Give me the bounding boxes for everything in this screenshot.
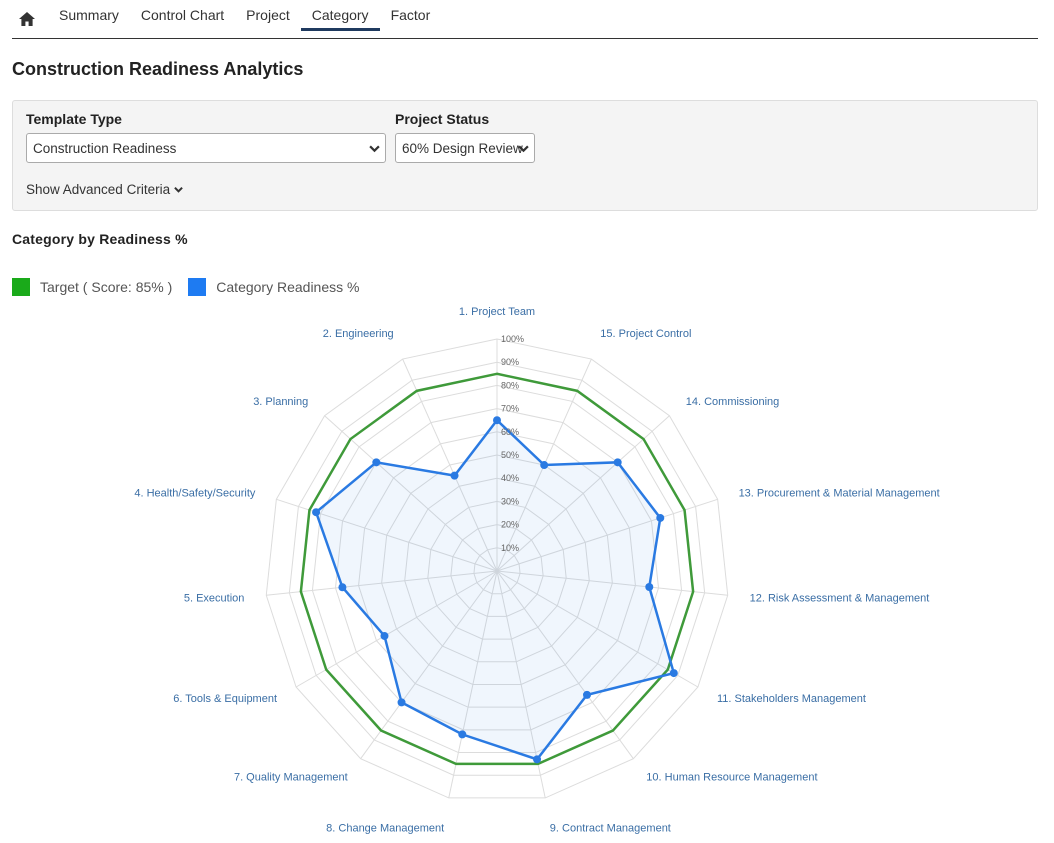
project-status-label: Project Status xyxy=(395,111,490,127)
show-advanced-criteria-toggle[interactable]: Show Advanced Criteria xyxy=(26,182,183,197)
tick-label: 10% xyxy=(501,543,519,553)
top-nav: Summary Control Chart Project Category F… xyxy=(12,0,1038,39)
axis-label: 7. Quality Management xyxy=(234,771,348,783)
project-status-value: 60% Design Review xyxy=(402,140,523,156)
readiness-point xyxy=(645,583,654,592)
tab-control-chart[interactable]: Control Chart xyxy=(130,0,235,30)
template-type-value: Construction Readiness xyxy=(33,140,177,156)
axis-label: 6. Tools & Equipment xyxy=(173,693,277,705)
readiness-point xyxy=(540,461,549,470)
tick-label: 70% xyxy=(501,404,519,414)
readiness-series-line xyxy=(314,418,676,761)
chart-title: Category by Readiness % xyxy=(12,231,188,247)
criteria-panel: Template Type Construction Readiness Pro… xyxy=(12,100,1038,211)
axis-label: 13. Procurement & Material Management xyxy=(739,488,940,500)
readiness-point xyxy=(669,669,678,678)
tick-label: 90% xyxy=(501,357,519,367)
home-icon xyxy=(19,12,35,26)
axis-label: 15. Project Control xyxy=(600,328,691,340)
tick-label: 40% xyxy=(501,473,519,483)
chevron-down-icon xyxy=(518,145,529,153)
home-button[interactable] xyxy=(12,0,42,38)
axis-label: 11. Stakeholders Management xyxy=(717,693,866,705)
readiness-point xyxy=(372,458,381,467)
chevron-down-icon xyxy=(174,186,183,193)
chart-legend: Target ( Score: 85% ) Category Readiness… xyxy=(12,278,375,296)
legend-label-readiness: Category Readiness % xyxy=(216,279,360,295)
tab-summary[interactable]: Summary xyxy=(48,0,130,30)
radar-chart: 10% 20% 30% 40% 50% 60% 70% 80% 90% 100% 1. Projec… xyxy=(134,306,940,834)
tick-label: 50% xyxy=(501,450,519,460)
axis-label: 2. Engineering xyxy=(323,328,394,340)
show-advanced-criteria-label: Show Advanced Criteria xyxy=(26,182,171,197)
tab-project[interactable]: Project xyxy=(235,0,301,30)
readiness-point xyxy=(397,698,406,707)
tick-label: 80% xyxy=(501,380,519,390)
axis-label: 5. Execution xyxy=(184,593,245,605)
axis-label: 3. Planning xyxy=(253,396,308,408)
readiness-point xyxy=(583,690,592,699)
legend-item-target[interactable]: Target ( Score: 85% ) xyxy=(12,278,172,296)
axis-label: 1. Project Team xyxy=(459,306,535,318)
readiness-point xyxy=(380,631,389,640)
tick-label: 60% xyxy=(501,427,519,437)
project-status-select[interactable]: 60% Design Review xyxy=(395,133,535,163)
axis-label: 4. Health/Safety/Security xyxy=(134,488,256,500)
template-type-label: Template Type xyxy=(26,111,122,127)
chevron-down-icon xyxy=(369,145,380,153)
readiness-point xyxy=(312,508,321,517)
readiness-point xyxy=(613,458,622,467)
axis-label: 9. Contract Management xyxy=(550,822,671,834)
readiness-point xyxy=(458,730,467,739)
axis-label: 10. Human Resource Management xyxy=(646,771,817,783)
legend-item-readiness[interactable]: Category Readiness % xyxy=(188,278,359,296)
tab-factor[interactable]: Factor xyxy=(380,0,442,30)
readiness-point xyxy=(450,471,459,480)
readiness-point xyxy=(656,513,665,522)
legend-swatch-readiness xyxy=(188,278,207,296)
axis-label: 14. Commissioning xyxy=(686,396,780,408)
tick-label: 100% xyxy=(501,334,524,344)
readiness-point xyxy=(338,583,347,592)
legend-swatch-target xyxy=(12,278,30,296)
tab-category[interactable]: Category xyxy=(300,0,380,31)
page-title: Construction Readiness Analytics xyxy=(12,59,304,79)
axis-label: 12. Risk Assessment & Management xyxy=(750,593,930,605)
axis-label: 8. Change Management xyxy=(326,822,444,834)
readiness-point xyxy=(493,416,501,425)
readiness-point xyxy=(533,755,542,764)
tick-label: 20% xyxy=(501,520,519,530)
tick-label: 30% xyxy=(501,496,519,506)
legend-label-target: Target ( Score: 85% ) xyxy=(40,279,173,295)
template-type-select[interactable]: Construction Readiness xyxy=(26,133,386,163)
